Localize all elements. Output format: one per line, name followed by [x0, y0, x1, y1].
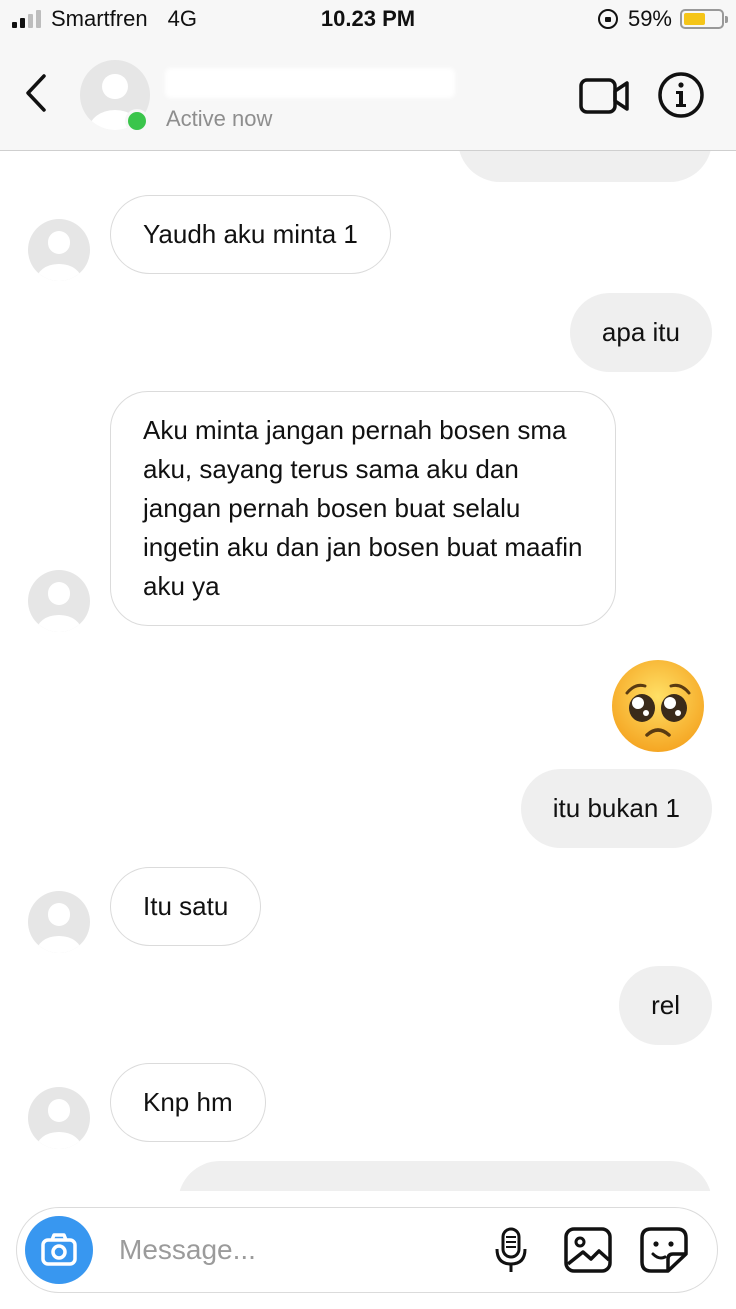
outgoing-message[interactable] [458, 151, 712, 182]
incoming-message[interactable]: Knp hm [110, 1063, 266, 1142]
incoming-message[interactable]: Itu satu [110, 867, 262, 946]
sender-avatar[interactable] [28, 1087, 90, 1149]
camera-icon [41, 1233, 77, 1266]
redacted-contact-name [165, 68, 455, 98]
outgoing-message[interactable] [178, 1161, 712, 1191]
message-input[interactable] [117, 1229, 481, 1271]
sticker-icon[interactable] [639, 1226, 689, 1274]
video-call-icon[interactable] [578, 76, 630, 116]
rotation-lock-icon [597, 9, 618, 29]
battery-percent: 59% [627, 6, 672, 31]
sender-avatar[interactable] [28, 570, 90, 632]
incoming-message[interactable]: Yaudh aku minta 1 [110, 195, 391, 274]
sender-avatar[interactable] [28, 891, 90, 953]
info-icon[interactable] [657, 71, 705, 119]
chat-header: Active now [0, 40, 736, 151]
status-bar: Smartfren 4G 10.23 PM 59% [0, 0, 736, 40]
battery-icon [680, 9, 728, 29]
gallery-icon[interactable] [563, 1226, 613, 1274]
outgoing-message[interactable]: apa itu [569, 293, 712, 372]
status-right: 59% [597, 6, 728, 32]
incoming-message[interactable]: Aku minta jangan pernah bosen sma aku, s… [110, 391, 616, 626]
message-composer [16, 1207, 718, 1293]
pleading-face-emoji[interactable] [611, 659, 705, 753]
outgoing-message[interactable]: itu bukan 1 [520, 769, 712, 848]
microphone-icon[interactable] [491, 1226, 531, 1274]
online-indicator [125, 109, 149, 133]
camera-button[interactable] [25, 1216, 93, 1284]
outgoing-message[interactable]: rel [619, 966, 712, 1045]
presence-status: Active now [166, 106, 273, 131]
message-thread[interactable]: Yaudh aku minta 1 apa itu Aku minta jang… [0, 151, 736, 1191]
sender-avatar[interactable] [28, 219, 90, 281]
back-chevron-icon[interactable] [18, 68, 58, 118]
